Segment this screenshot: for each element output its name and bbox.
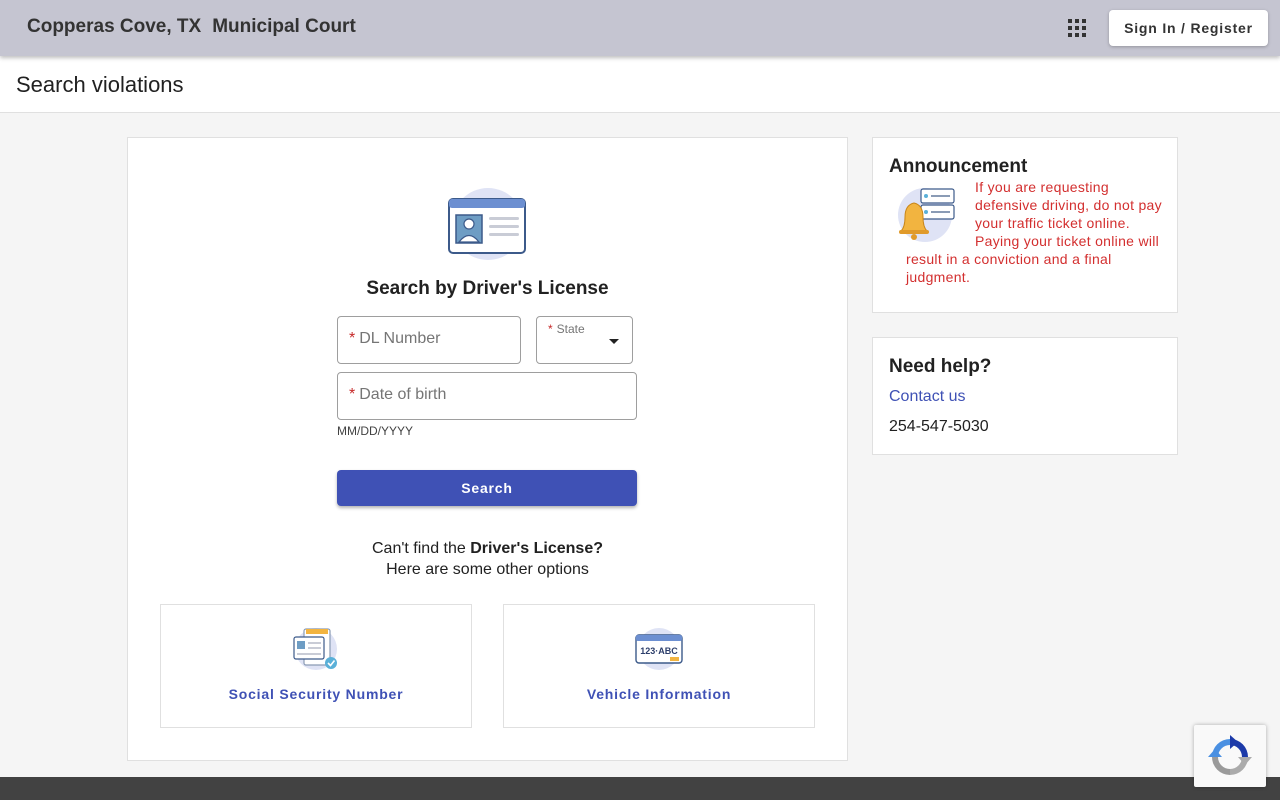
phone-number: 254-547-5030	[889, 418, 989, 435]
apps-grid-icon[interactable]	[1068, 19, 1086, 37]
help-card: Need help? Contact us 254-547-5030	[872, 337, 1178, 455]
vehicle-option-label: Vehicle Information	[586, 686, 732, 702]
state-select[interactable]: * State	[536, 316, 633, 364]
page-title-bar: Search violations	[0, 56, 1280, 113]
ssn-card-icon	[293, 628, 337, 670]
help-title: Need help?	[889, 356, 992, 377]
dl-number-input[interactable]	[338, 317, 520, 363]
option-vehicle-information[interactable]: 123·ABC Vehicle Information	[503, 604, 815, 728]
announcement-title: Announcement	[889, 156, 1028, 177]
other-options-text: Can't find the Driver's License? Here ar…	[372, 540, 603, 578]
option-social-security-number[interactable]: Social Security Number	[160, 604, 472, 728]
state-label: * State	[548, 322, 585, 336]
announcement-text: If you are requesting defensive driving,…	[906, 179, 1162, 285]
svg-text:123·ABC: 123·ABC	[640, 646, 678, 656]
footer	[0, 777, 1280, 800]
chevron-down-icon	[609, 339, 619, 344]
required-mark: *	[548, 322, 553, 336]
search-heading: Search by Driver's License	[366, 278, 609, 299]
dl-number-field[interactable]: * DL Number	[337, 316, 521, 364]
recaptcha-badge[interactable]	[1194, 725, 1266, 787]
date-of-birth-field[interactable]: * Date of birth	[337, 372, 637, 420]
other-options-line2: Here are some other options	[386, 561, 589, 578]
drivers-license-icon	[448, 188, 526, 260]
search-button[interactable]: Search	[337, 470, 637, 506]
license-plate-icon: 123·ABC	[635, 628, 683, 670]
other-options-bold: Driver's License?	[470, 540, 603, 557]
brand-city: Copperas Cove, TX	[27, 16, 202, 37]
page-title: Search violations	[16, 72, 184, 97]
contact-us-link[interactable]: Contact us	[889, 388, 965, 406]
site-brand[interactable]: Copperas Cove, TX Municipal Court	[27, 16, 356, 38]
sign-in-register-button[interactable]: Sign In / Register	[1109, 10, 1268, 46]
top-app-bar: Copperas Cove, TX Municipal Court Sign In…	[0, 0, 1280, 56]
date-of-birth-input[interactable]	[338, 373, 636, 419]
search-card: Search by Driver's License * DL Number * S…	[127, 137, 848, 761]
brand-court: Municipal Court	[212, 16, 356, 37]
date-format-hint: MM/DD/YYYY	[337, 424, 414, 438]
announcement-card: Announcement If you are requesting defen…	[872, 137, 1178, 313]
recaptcha-icon	[1208, 735, 1252, 775]
ssn-option-label: Social Security Number	[228, 686, 404, 702]
